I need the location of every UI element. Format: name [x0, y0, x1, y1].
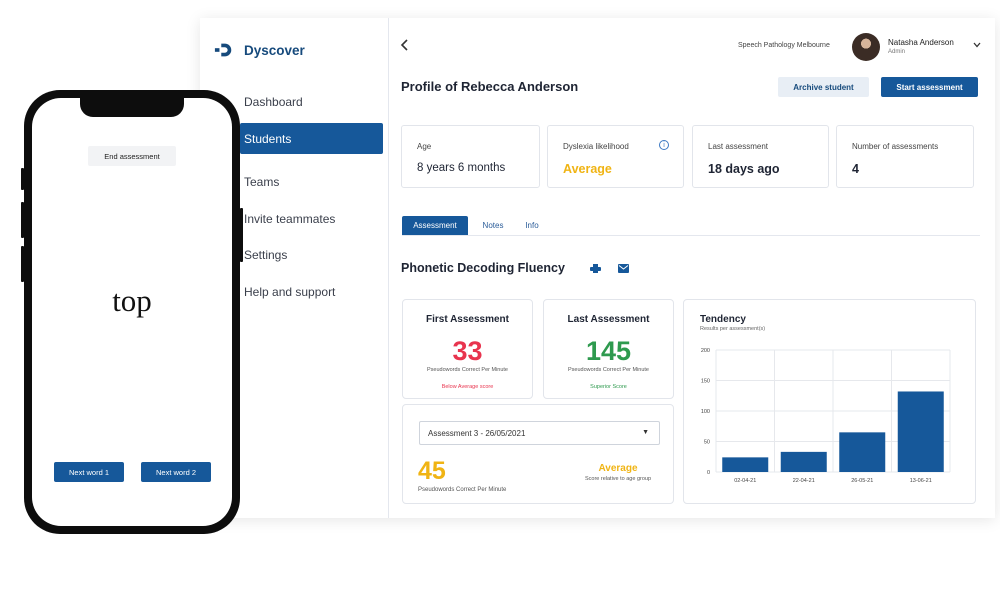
stat-card-dyslexia-likelihood: Dyslexia likelihood Average i — [547, 125, 684, 188]
score-unit: Pseudowords Correct Per Minute — [426, 367, 508, 373]
phone-power-button — [240, 208, 243, 262]
x-tick-label: 02-04-21 — [734, 478, 756, 484]
first-assessment-score: 33 — [452, 336, 483, 366]
sidebar-item-dashboard[interactable]: Dashboard — [240, 86, 383, 117]
phone-mute-switch — [21, 168, 24, 190]
phone-screen: End assessment top Next word 1 Next word… — [32, 98, 232, 526]
tab-info[interactable]: Info — [518, 216, 546, 235]
phone-notch — [80, 98, 184, 117]
phone-device: End assessment top Next word 1 Next word… — [21, 90, 243, 534]
dyscover-logo-icon — [214, 43, 232, 57]
brand-name: Dyscover — [244, 42, 305, 58]
stat-card-last-assessment: Last assessment 18 days ago — [692, 125, 829, 188]
stat-value: 4 — [852, 162, 859, 176]
stat-label: Age — [417, 142, 432, 151]
chevron-left-icon — [400, 39, 408, 51]
assessment-select-value: Assessment 3 - 26/05/2021 — [428, 428, 526, 438]
stat-label: Last assessment — [708, 142, 769, 151]
sidebar-item-help-and-support[interactable]: Help and support — [240, 276, 383, 307]
sidebar-item-invite-teammates[interactable]: Invite teammates — [240, 203, 383, 234]
score-level-note: Score relative to age group — [584, 476, 652, 482]
user-name[interactable]: Natasha Anderson — [888, 38, 954, 47]
stat-card-age: Age 8 years 6 months — [401, 125, 540, 188]
sidebar-item-teams[interactable]: Teams — [240, 166, 383, 197]
chevron-down-icon[interactable] — [973, 41, 981, 50]
stat-value: 8 years 6 months — [417, 162, 506, 174]
main-content: Speech Pathology Melbourne Natasha Ander… — [390, 18, 995, 518]
info-icon[interactable]: i — [659, 140, 669, 150]
brand[interactable]: Dyscover — [214, 42, 305, 58]
assessment-word: top — [112, 283, 152, 318]
sidebar-item-settings[interactable]: Settings — [240, 239, 383, 270]
stat-value: 18 days ago — [708, 162, 780, 176]
print-icon[interactable] — [590, 264, 601, 273]
desktop-app-window: Dyscover Dashboard Students Teams Invite… — [200, 18, 995, 518]
phone-volume-down — [21, 246, 24, 282]
bar — [780, 451, 827, 472]
stat-value: Average — [563, 162, 612, 176]
section-title: Phonetic Decoding Fluency — [401, 261, 565, 275]
first-assessment-card: First Assessment 33 Pseudowords Correct … — [402, 299, 533, 399]
card-title: First Assessment — [426, 314, 509, 325]
assessment-select[interactable]: Assessment 3 - 26/05/2021 ▼ — [419, 421, 660, 445]
y-tick-label: 100 — [701, 409, 710, 415]
organization-name: Speech Pathology Melbourne — [738, 42, 830, 49]
phone-volume-up — [21, 202, 24, 238]
y-tick-label: 150 — [701, 379, 710, 385]
sidebar-item-students[interactable]: Students — [240, 123, 383, 154]
x-tick-label: 13-06-21 — [910, 478, 932, 484]
score-note: Below Average score — [441, 384, 494, 390]
stat-label: Dyslexia likelihood — [563, 142, 629, 151]
next-word-1-button[interactable]: Next word 1 — [54, 462, 124, 482]
y-tick-label: 0 — [707, 470, 710, 476]
score-unit: Pseudowords Correct Per Minute — [567, 367, 649, 373]
start-assessment-button[interactable]: Start assessment — [881, 77, 978, 97]
mail-icon[interactable] — [618, 264, 629, 273]
x-tick-label: 22-04-21 — [793, 478, 815, 484]
user-role: Admin — [888, 49, 906, 55]
selected-assessment-card: Assessment 3 - 26/05/2021 ▼ 45 Pseudowor… — [402, 404, 674, 504]
caret-down-icon: ▼ — [642, 429, 649, 436]
bar — [722, 457, 769, 472]
tab-bar: Assessment Notes Info — [402, 216, 980, 236]
x-tick-label: 26-05-21 — [851, 478, 873, 484]
stat-label: Number of assessments — [852, 142, 939, 151]
tendency-chart-card: Tendency Results per assessment(s) 0 50 10… — [683, 299, 976, 504]
page-title: Profile of Rebecca Anderson — [401, 79, 579, 94]
avatar[interactable] — [852, 33, 880, 61]
back-button[interactable] — [400, 38, 410, 55]
last-assessment-score: 145 — [585, 336, 632, 366]
bar — [839, 432, 886, 472]
archive-student-button[interactable]: Archive student — [778, 77, 869, 97]
tendency-bar-chart: 0 50 100 150 200 02-04-21 22-04-21 26-05-21 13-0… — [701, 348, 951, 484]
next-word-2-button[interactable]: Next word 2 — [141, 462, 211, 482]
bar — [897, 391, 944, 472]
score-note: Superior Score — [590, 384, 627, 390]
y-tick-label: 50 — [704, 440, 710, 446]
selected-assessment-score: 45 — [418, 457, 446, 485]
y-tick-label: 200 — [701, 348, 710, 354]
end-assessment-button[interactable]: End assessment — [88, 146, 176, 166]
tab-assessment[interactable]: Assessment — [402, 216, 468, 235]
card-title: Last Assessment — [567, 314, 650, 325]
score-level: Average — [598, 463, 638, 474]
stat-card-number-of-assessments: Number of assessments 4 — [836, 125, 974, 188]
last-assessment-card: Last Assessment 145 Pseudowords Correct … — [543, 299, 674, 399]
score-unit: Pseudowords Correct Per Minute — [418, 487, 507, 493]
tab-notes[interactable]: Notes — [474, 216, 512, 235]
